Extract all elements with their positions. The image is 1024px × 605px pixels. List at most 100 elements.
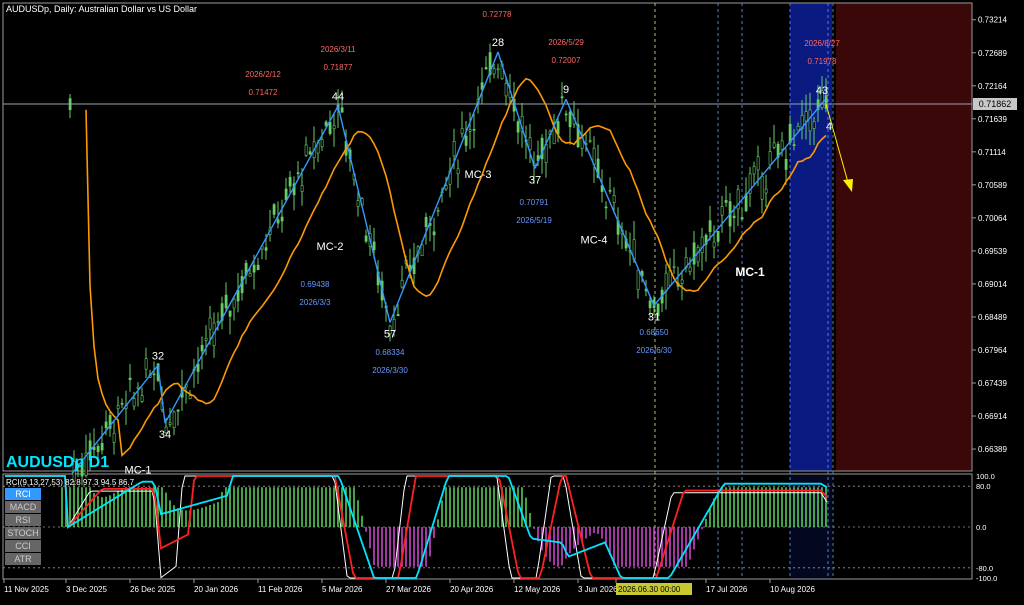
indicator-scale-label: 100.0 <box>976 472 995 481</box>
candle-body <box>688 266 692 272</box>
candle-body <box>280 216 284 222</box>
candle-body <box>456 168 460 175</box>
candle-body <box>140 395 144 402</box>
candle-body <box>264 247 268 251</box>
zigzag-point-label: 37 <box>529 174 541 186</box>
chart-window[interactable]: 32 34 44 57 28 37 9 31 43 4 MC-1 MC-2 MC-3 MC-4 MC-1 … <box>0 0 1024 600</box>
wave-label: MC-1 <box>735 265 765 279</box>
wave-label: MC-4 <box>581 234 608 246</box>
time-tick-label: 3 Dec 2025 <box>66 585 107 594</box>
zigzag-series <box>71 51 826 474</box>
zigzag-point-label: 44 <box>332 91 344 103</box>
candle-body <box>444 185 448 190</box>
candle-body <box>452 141 456 157</box>
candle-body <box>248 273 252 277</box>
candle-body <box>780 140 784 150</box>
candle-body <box>288 176 292 187</box>
candle-body <box>812 121 816 129</box>
time-tick-label: 27 Mar 2026 <box>386 585 431 594</box>
indicator-button-stoch[interactable]: STOCH <box>5 527 41 539</box>
candle-body <box>664 272 668 292</box>
candle-body <box>104 421 108 429</box>
candle-body <box>320 139 324 148</box>
candle-body <box>808 109 812 132</box>
zigzag-point-label: 43 <box>816 85 828 97</box>
candle-body <box>568 111 572 128</box>
candle-body <box>700 236 704 253</box>
wave-label: MC-1 <box>125 465 152 477</box>
candle-body <box>204 338 208 341</box>
indicator-button-atr[interactable]: ATR <box>5 553 41 565</box>
candle-body <box>420 244 424 257</box>
indicator-button-label: MACD <box>10 502 37 512</box>
candle-body <box>516 121 520 133</box>
candle-body <box>544 144 548 163</box>
zigzag-point-label: 4 <box>826 121 832 133</box>
price-tick-label: 0.73214 <box>978 16 1007 25</box>
candle-body <box>364 235 368 242</box>
candle-body <box>768 151 772 166</box>
high-date-label: 2026/3/11 <box>321 45 357 54</box>
candle-body <box>256 264 260 270</box>
price-tick-label: 0.70064 <box>978 214 1007 223</box>
indicator-button-cci[interactable]: CCI <box>5 540 41 552</box>
high-price-label: 0.71978 <box>808 57 837 66</box>
high-price-label: 0.71877 <box>324 63 353 72</box>
candle-body <box>328 121 332 134</box>
low-price-label: 0.70791 <box>520 198 549 207</box>
candle-body <box>308 151 312 155</box>
candle-body <box>460 128 464 134</box>
candle-body <box>680 279 684 284</box>
price-tick-label: 0.67964 <box>978 346 1007 355</box>
candle-body <box>424 216 428 227</box>
candle-body <box>200 344 204 352</box>
time-cursor-label: 2026.06.30 00:00 <box>618 585 681 594</box>
candle-body <box>96 446 100 453</box>
candle-body <box>464 135 468 146</box>
indicator-button-rci[interactable]: RCI <box>5 488 41 500</box>
indicator-button-rsi[interactable]: RSI <box>5 514 41 526</box>
candle-body <box>564 113 568 116</box>
time-tick-label: 20 Jan 2026 <box>194 585 239 594</box>
candle-body <box>468 129 472 132</box>
candle-body <box>560 96 564 99</box>
candle-body <box>436 210 440 212</box>
low-date-label: 2026/3/3 <box>299 298 331 307</box>
price-chart[interactable]: 323444572837931434 MC-1MC-2MC-3MC-4MC-1 … <box>0 0 1024 600</box>
candle-body <box>176 409 180 412</box>
indicator-button-macd[interactable]: MACD <box>5 501 41 513</box>
chart-title: AUDUSDp, Daily: Australian Dollar vs US … <box>6 4 197 14</box>
zigzag-point-label: 57 <box>384 329 396 341</box>
candle-body <box>760 176 764 200</box>
price-tick-label: 0.71639 <box>978 115 1007 124</box>
candle-body <box>172 411 176 428</box>
low-date-label: 2026/6/30 <box>636 346 672 355</box>
indicator-scale-label: -80.0 <box>976 564 993 573</box>
candle-body <box>272 204 276 215</box>
indicator-scale-label: 0.0 <box>976 523 986 532</box>
candle-body <box>232 298 236 309</box>
candle-body <box>116 405 120 409</box>
candle-body <box>608 190 612 192</box>
candle-body <box>588 140 592 142</box>
price-tick-label: 0.70589 <box>978 181 1007 190</box>
candle-body <box>792 144 796 146</box>
candle-body <box>396 314 400 317</box>
indicator-buttons: RCI MACD RSI STOCH CCI ATR <box>5 488 41 565</box>
moving-average-line <box>85 77 827 457</box>
candle-body <box>756 156 760 171</box>
candle-body <box>636 269 640 291</box>
candle-body <box>120 403 124 405</box>
indicator-button-label: RSI <box>15 515 30 525</box>
wave-label: MC-3 <box>465 169 492 181</box>
candle-series <box>68 43 828 490</box>
candle-body <box>100 442 104 451</box>
candle-body <box>752 166 756 175</box>
candle-body <box>304 144 308 156</box>
candle-body <box>228 310 232 317</box>
high-date-label: 2026/5/29 <box>548 38 584 47</box>
future-zone <box>836 3 972 471</box>
price-tick-label: 0.69014 <box>978 280 1007 289</box>
zigzag-segment <box>497 51 536 169</box>
indicator-scale-label: -100.0 <box>976 574 997 583</box>
